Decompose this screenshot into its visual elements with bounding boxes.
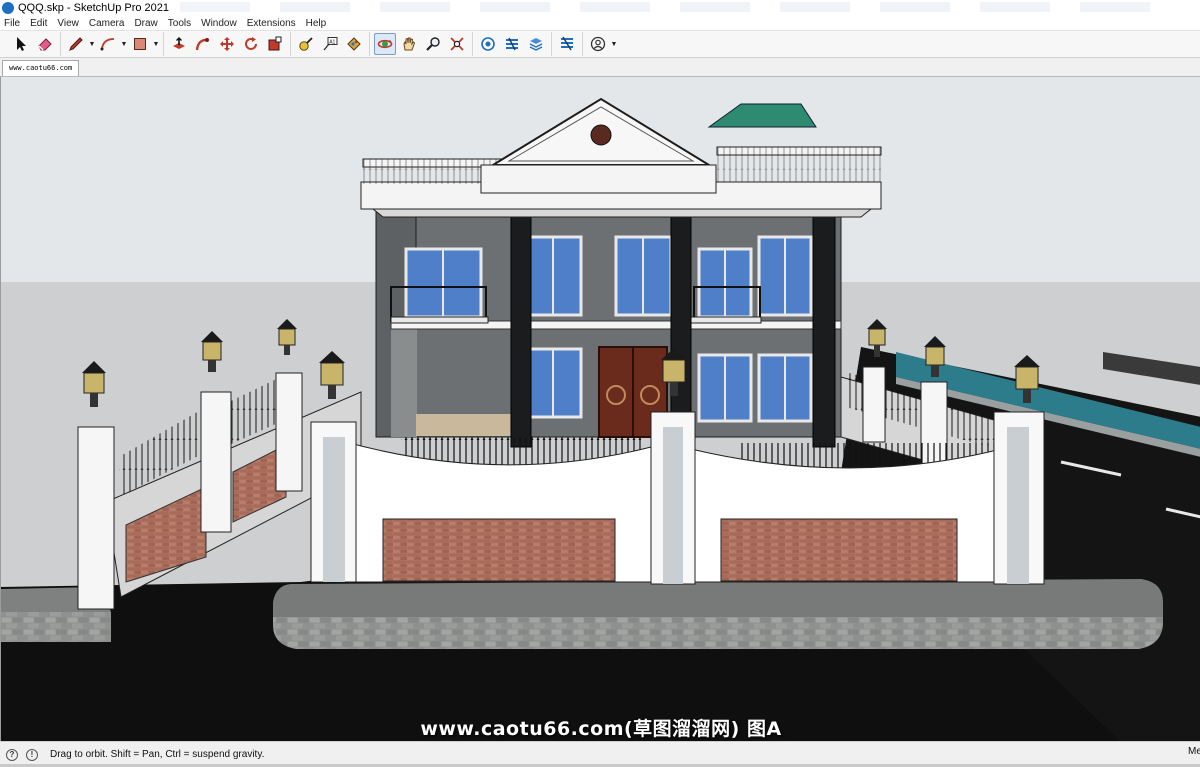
menu-file[interactable]: File xyxy=(0,18,25,29)
svg-text:A1: A1 xyxy=(329,39,335,45)
follow-me-tool-button[interactable] xyxy=(192,33,214,55)
paint-bucket-tool-button[interactable] xyxy=(343,33,365,55)
toolbar-group-account: ▼ xyxy=(583,32,621,56)
push-pull-tool-button[interactable] xyxy=(168,33,190,55)
sidewalk-left-stone xyxy=(1,612,111,642)
pan-icon xyxy=(403,37,416,51)
scene-tab[interactable]: www.caotu66.com xyxy=(2,60,80,76)
measurements-box-label[interactable]: Me xyxy=(1188,746,1200,757)
layout-send-button[interactable] xyxy=(525,33,547,55)
menu-tools[interactable]: Tools xyxy=(163,18,196,29)
layout-icon xyxy=(529,38,543,51)
text-icon: A1 xyxy=(323,37,338,51)
toolbar-group-principal xyxy=(6,32,61,56)
scene-tabs-bar: www.caotu66.com xyxy=(0,58,1200,76)
side-wall-panel xyxy=(391,327,417,437)
arc-tool-dropdown[interactable]: ▼ xyxy=(120,33,128,55)
select-tool-button[interactable] xyxy=(10,33,32,55)
3d-warehouse-button[interactable] xyxy=(477,33,499,55)
menu-draw[interactable]: Draw xyxy=(129,18,162,29)
zoom-extents-icon xyxy=(450,37,464,51)
title-bar: QQQ.skp - SketchUp Pro 2021 xyxy=(0,0,1200,16)
instructor-info-icon[interactable]: ! xyxy=(26,748,38,761)
eraser-icon xyxy=(38,38,52,51)
extension-manager-icon xyxy=(561,36,573,51)
rectangle-tool-button[interactable] xyxy=(129,33,151,55)
line-tool-dropdown[interactable]: ▼ xyxy=(88,33,96,55)
pediment-ornament xyxy=(590,124,612,146)
menu-extensions[interactable]: Extensions xyxy=(242,18,301,29)
zoom-tool-button[interactable] xyxy=(422,33,444,55)
extension-warehouse-button[interactable] xyxy=(501,33,523,55)
villa-model-render xyxy=(1,77,1200,741)
zoom-icon xyxy=(426,37,440,51)
move-tool-button[interactable] xyxy=(216,33,238,55)
tape-measure-tool-button[interactable] xyxy=(295,33,317,55)
move-icon xyxy=(220,37,234,51)
menu-bar: File Edit View Camera Draw Tools Window … xyxy=(0,16,1200,31)
portico-entablature xyxy=(480,164,717,194)
rotate-tool-button[interactable] xyxy=(240,33,262,55)
toolbar-group-drawing: ▼ ▼ ▼ xyxy=(61,32,164,56)
window-title: QQQ.skp - SketchUp Pro 2021 xyxy=(18,2,170,14)
paint-bucket-icon xyxy=(347,37,361,51)
toolbar-group-extensions xyxy=(552,32,583,56)
stone-base xyxy=(416,414,516,436)
orbit-icon xyxy=(377,39,393,49)
arc-tool-button[interactable] xyxy=(97,33,119,55)
arc-icon xyxy=(100,38,115,51)
pan-tool-button[interactable] xyxy=(398,33,420,55)
status-hint: Drag to orbit. Shift = Pan, Ctrl = suspe… xyxy=(50,749,265,760)
toolbar-group-warehouse xyxy=(473,32,552,56)
menu-view[interactable]: View xyxy=(52,18,84,29)
status-bar: ? ! Drag to orbit. Shift = Pan, Ctrl = s… xyxy=(0,741,1200,767)
tape-measure-icon xyxy=(299,37,313,51)
eave-soffit xyxy=(371,208,873,218)
menu-help[interactable]: Help xyxy=(301,18,332,29)
menu-window[interactable]: Window xyxy=(196,18,242,29)
geolocation-icon[interactable]: ? xyxy=(6,748,18,761)
site-watermark: www.caotu66.com(草图溜溜网) 图A xyxy=(420,718,782,740)
toolbar-group-edit xyxy=(164,32,291,56)
extension-warehouse-icon xyxy=(506,37,518,51)
account-button[interactable] xyxy=(587,33,609,55)
background-tabs xyxy=(180,2,1190,14)
pencil-line-icon xyxy=(69,37,83,51)
follow-me-icon xyxy=(195,38,209,51)
toolbar-group-construction: A1 xyxy=(291,32,370,56)
getting-started-toolbar: ▼ ▼ ▼ A1 ▼ xyxy=(0,31,1200,58)
rectangle-tool-dropdown[interactable]: ▼ xyxy=(152,33,160,55)
menu-edit[interactable]: Edit xyxy=(25,18,52,29)
push-pull-icon xyxy=(173,37,185,49)
sketchup-window: QQQ.skp - SketchUp Pro 2021 File Edit Vi… xyxy=(0,0,1200,767)
warehouse-icon xyxy=(481,37,495,51)
account-dropdown[interactable]: ▼ xyxy=(610,33,618,55)
scale-tool-button[interactable] xyxy=(264,33,286,55)
toolbar-group-camera xyxy=(370,32,473,56)
account-icon xyxy=(590,36,606,52)
sketchup-app-icon xyxy=(2,2,14,14)
rectangle-icon xyxy=(134,38,146,50)
extension-manager-button[interactable] xyxy=(556,33,578,55)
select-icon xyxy=(17,37,26,51)
scale-icon xyxy=(268,36,282,51)
eraser-tool-button[interactable] xyxy=(34,33,56,55)
orbit-tool-button[interactable] xyxy=(374,33,396,55)
zoom-extents-tool-button[interactable] xyxy=(446,33,468,55)
line-tool-button[interactable] xyxy=(65,33,87,55)
rotate-icon xyxy=(245,37,257,50)
front-curb-stone xyxy=(273,617,1163,649)
text-tool-button[interactable]: A1 xyxy=(319,33,341,55)
menu-camera[interactable]: Camera xyxy=(84,18,130,29)
model-viewport[interactable]: www.caotu66.com(草图溜溜网) 图A xyxy=(0,76,1200,741)
